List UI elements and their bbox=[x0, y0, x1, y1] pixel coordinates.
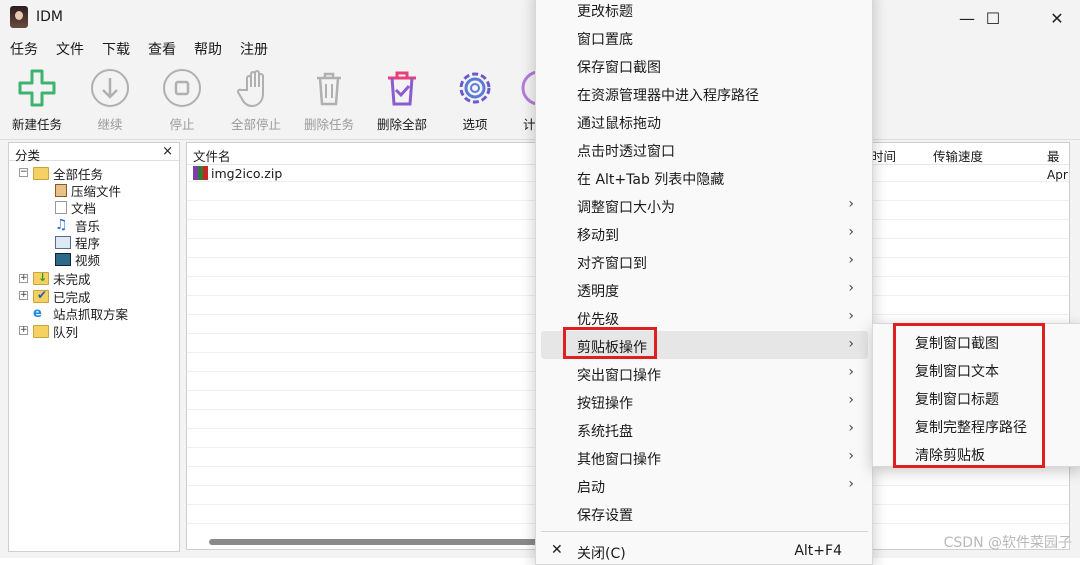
options-button[interactable]: 选项 bbox=[440, 68, 510, 133]
tree-item-site-grabber[interactable]: e 站点抓取方案 bbox=[33, 304, 128, 323]
menu-item-mouse-drag[interactable]: 通过鼠标拖动 bbox=[541, 107, 868, 135]
menu-item-save-settings[interactable]: 保存设置 bbox=[541, 499, 868, 527]
zip-file-icon bbox=[193, 166, 208, 180]
menu-register[interactable]: 注册 bbox=[230, 36, 274, 60]
expand-toggle-all-tasks[interactable]: − bbox=[19, 168, 28, 177]
menu-item-move-to[interactable]: 移动到 › bbox=[541, 219, 868, 247]
menu-item-click-through[interactable]: 点击时透过窗口 bbox=[541, 135, 868, 163]
expand-toggle-queues[interactable]: + bbox=[19, 326, 28, 335]
menu-item-transparency[interactable]: 透明度 › bbox=[541, 275, 868, 303]
delete-task-button[interactable]: 删除任务 bbox=[294, 68, 364, 133]
gear-icon bbox=[455, 68, 495, 108]
menu-help[interactable]: 帮助 bbox=[184, 36, 228, 60]
maximize-button[interactable]: ☐ bbox=[970, 0, 1016, 36]
menu-view[interactable]: 查看 bbox=[138, 36, 182, 60]
chevron-right-icon: › bbox=[848, 448, 854, 464]
window-title: IDM bbox=[36, 9, 63, 25]
site-grabber-icon: e bbox=[33, 306, 42, 321]
menu-item-resize-window[interactable]: 调整窗口大小为 › bbox=[541, 191, 868, 219]
folder-icon bbox=[33, 167, 49, 180]
menu-item-startup[interactable]: 启动 › bbox=[541, 471, 868, 499]
menu-item-hide-alt-tab[interactable]: 在 Alt+Tab 列表中隐藏 bbox=[541, 163, 868, 191]
chevron-right-icon: › bbox=[848, 392, 854, 408]
menu-downloads[interactable]: 下载 bbox=[92, 36, 136, 60]
column-header-last[interactable]: 最后 bbox=[1047, 143, 1069, 165]
menu-file[interactable]: 文件 bbox=[46, 36, 90, 60]
finished-folder-icon: ✔ bbox=[33, 288, 49, 303]
stop-icon bbox=[162, 68, 202, 108]
chevron-right-icon: › bbox=[848, 364, 854, 380]
document-icon bbox=[55, 201, 67, 214]
menu-item-other-window-actions[interactable]: 其他窗口操作 › bbox=[541, 443, 868, 471]
chevron-right-icon: › bbox=[848, 476, 854, 492]
menu-item-change-title[interactable]: 更改标题 bbox=[541, 0, 868, 23]
row-last: Apr bbox=[1047, 168, 1068, 182]
menu-item-save-screenshot[interactable]: 保存窗口截图 bbox=[541, 51, 868, 79]
add-task-icon bbox=[17, 68, 57, 108]
menu-separator bbox=[541, 531, 868, 532]
watermark: CSDN @软件菜园子 bbox=[943, 535, 1072, 551]
video-icon bbox=[55, 253, 71, 266]
tree-item-videos[interactable]: 视频 bbox=[55, 250, 100, 269]
unfinished-folder-icon: ↓ bbox=[33, 271, 49, 285]
delete-all-icon bbox=[382, 68, 422, 108]
sidebar-title: 分类 bbox=[15, 148, 41, 163]
chevron-right-icon: › bbox=[848, 252, 854, 268]
column-header-time[interactable]: 时间 bbox=[871, 143, 896, 165]
expand-toggle-finished[interactable]: + bbox=[19, 291, 28, 300]
menu-item-close[interactable]: ✕ 关闭(C) Alt+F4 bbox=[541, 537, 868, 565]
scheduler-icon bbox=[519, 68, 535, 108]
chevron-right-icon: › bbox=[848, 336, 854, 352]
delete-all-button[interactable]: 删除全部 bbox=[367, 68, 437, 133]
menu-item-align-window[interactable]: 对齐窗口到 › bbox=[541, 247, 868, 275]
stop-all-icon bbox=[236, 68, 276, 108]
menu-item-button-actions[interactable]: 按钮操作 › bbox=[541, 387, 868, 415]
tree-item-documents[interactable]: 文档 bbox=[55, 198, 96, 217]
category-sidebar: 分类 × − 全部任务 压缩文件 文档 ♫ 音乐 程序 视频 + ↓ 未完成 + ✔… bbox=[8, 142, 180, 552]
scheduler-button[interactable]: 计 bbox=[505, 68, 535, 133]
stop-all-button[interactable]: 全部停止 bbox=[221, 68, 291, 133]
horizontal-scrollbar[interactable] bbox=[209, 539, 549, 545]
chevron-right-icon: › bbox=[848, 308, 854, 324]
delete-task-icon bbox=[309, 68, 349, 108]
close-shortcut: Alt+F4 bbox=[794, 543, 842, 559]
menu-item-window-bottom[interactable]: 窗口置底 bbox=[541, 23, 868, 51]
archive-icon bbox=[55, 184, 67, 197]
sidebar-close-button[interactable]: × bbox=[162, 144, 173, 159]
window-context-menu: 更改标题 窗口置底 保存窗口截图 在资源管理器中进入程序路径 通过鼠标拖动 点击… bbox=[535, 0, 873, 565]
row-filename: img2ico.zip bbox=[211, 166, 283, 181]
close-window-button[interactable]: ✕ bbox=[1034, 0, 1080, 36]
expand-toggle-unfinished[interactable]: + bbox=[19, 274, 28, 283]
chevron-right-icon: › bbox=[848, 196, 854, 212]
stop-button[interactable]: 停止 bbox=[147, 68, 217, 133]
highlight-box-clipboard bbox=[563, 327, 657, 359]
menu-item-system-tray[interactable]: 系统托盘 › bbox=[541, 415, 868, 443]
program-icon bbox=[55, 236, 71, 249]
menu-item-open-program-path[interactable]: 在资源管理器中进入程序路径 bbox=[541, 79, 868, 107]
add-task-button[interactable]: 新建任务 bbox=[2, 68, 72, 133]
chevron-right-icon: › bbox=[848, 280, 854, 296]
sidebar-header: 分类 × bbox=[9, 143, 179, 163]
close-icon: ✕ bbox=[551, 542, 563, 558]
resume-button[interactable]: 继续 bbox=[75, 68, 145, 133]
column-header-filename[interactable]: 文件名 bbox=[193, 143, 231, 165]
resume-icon bbox=[90, 68, 130, 108]
app-icon[interactable] bbox=[10, 6, 28, 28]
menu-item-highlight-window[interactable]: 突出窗口操作 › bbox=[541, 359, 868, 387]
chevron-right-icon: › bbox=[848, 224, 854, 240]
queue-folder-icon bbox=[33, 325, 49, 338]
column-header-speed[interactable]: 传输速度 bbox=[933, 143, 983, 165]
chevron-right-icon: › bbox=[848, 420, 854, 436]
highlight-box-submenu bbox=[893, 323, 1045, 468]
tree-item-unfinished[interactable]: ↓ 未完成 bbox=[33, 269, 91, 288]
tree-item-queues[interactable]: 队列 bbox=[33, 322, 78, 341]
music-icon: ♫ bbox=[55, 217, 68, 233]
menu-tasks[interactable]: 任务 bbox=[0, 36, 44, 60]
